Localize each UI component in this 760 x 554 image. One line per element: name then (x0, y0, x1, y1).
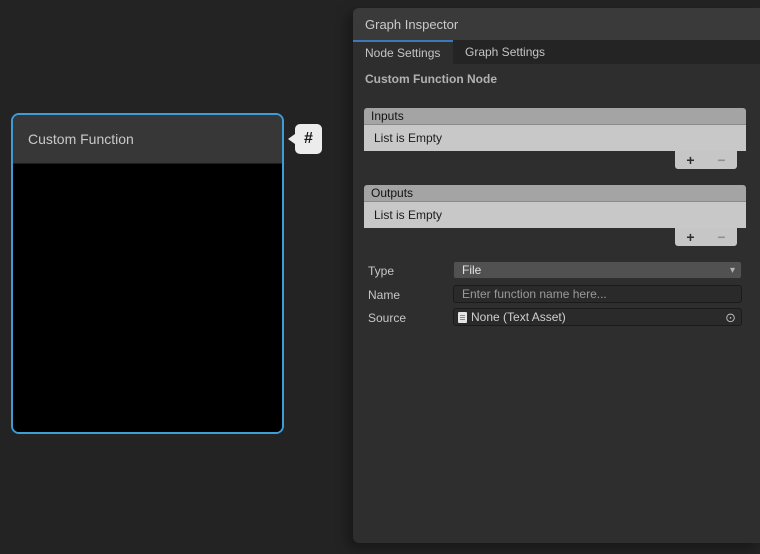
object-picker-icon[interactable]: ⊙ (725, 311, 736, 324)
outputs-remove-button[interactable]: − (710, 229, 734, 245)
node-preview (13, 164, 282, 432)
hash-badge-icon: # (304, 130, 313, 148)
inputs-remove-button[interactable]: − (710, 152, 734, 168)
outputs-list: Outputs List is Empty + − (364, 185, 746, 246)
inputs-list-empty-row: List is Empty (364, 125, 746, 151)
hash-badge[interactable]: # (295, 124, 322, 154)
outputs-list-footer: + − (675, 228, 737, 246)
inputs-list: Inputs List is Empty + − (364, 108, 746, 169)
type-dropdown-value: File (462, 263, 481, 277)
custom-function-node[interactable]: Custom Function (11, 113, 284, 434)
source-label: Source (368, 311, 406, 325)
outputs-add-button[interactable]: + (679, 229, 703, 245)
tab-graph-settings[interactable]: Graph Settings (453, 40, 561, 64)
chevron-down-icon: ▾ (730, 265, 735, 276)
outputs-empty-label: List is Empty (374, 208, 442, 222)
outputs-list-title: Outputs (371, 186, 413, 200)
graph-inspector-panel: Graph Inspector Node Settings Graph Sett… (353, 8, 760, 543)
panel-title: Graph Inspector (365, 17, 458, 32)
name-input[interactable] (454, 286, 741, 302)
inputs-empty-label: List is Empty (374, 131, 442, 145)
tab-bar: Node Settings Graph Settings (353, 40, 760, 64)
name-field (453, 285, 742, 303)
type-label: Type (368, 264, 394, 278)
inputs-list-header: Inputs (364, 108, 746, 125)
outputs-list-footer-row: + − (364, 228, 746, 246)
tab-node-settings-label: Node Settings (365, 46, 440, 60)
text-asset-icon (458, 312, 467, 323)
node-section-title: Custom Function Node (365, 72, 497, 86)
tab-node-settings[interactable]: Node Settings (353, 40, 453, 64)
type-dropdown[interactable]: File ▾ (453, 261, 742, 279)
outputs-list-header: Outputs (364, 185, 746, 202)
inputs-list-title: Inputs (371, 109, 404, 123)
inputs-list-footer-row: + − (364, 151, 746, 169)
node-header[interactable]: Custom Function (13, 115, 282, 164)
inputs-add-button[interactable]: + (679, 152, 703, 168)
outputs-list-empty-row: List is Empty (364, 202, 746, 228)
source-value: None (Text Asset) (471, 310, 725, 324)
tab-graph-settings-label: Graph Settings (465, 45, 545, 59)
name-label: Name (368, 288, 400, 302)
node-title: Custom Function (28, 131, 134, 147)
panel-titlebar[interactable]: Graph Inspector (353, 8, 760, 40)
source-object-field[interactable]: None (Text Asset) ⊙ (453, 308, 742, 326)
inputs-list-footer: + − (675, 151, 737, 169)
